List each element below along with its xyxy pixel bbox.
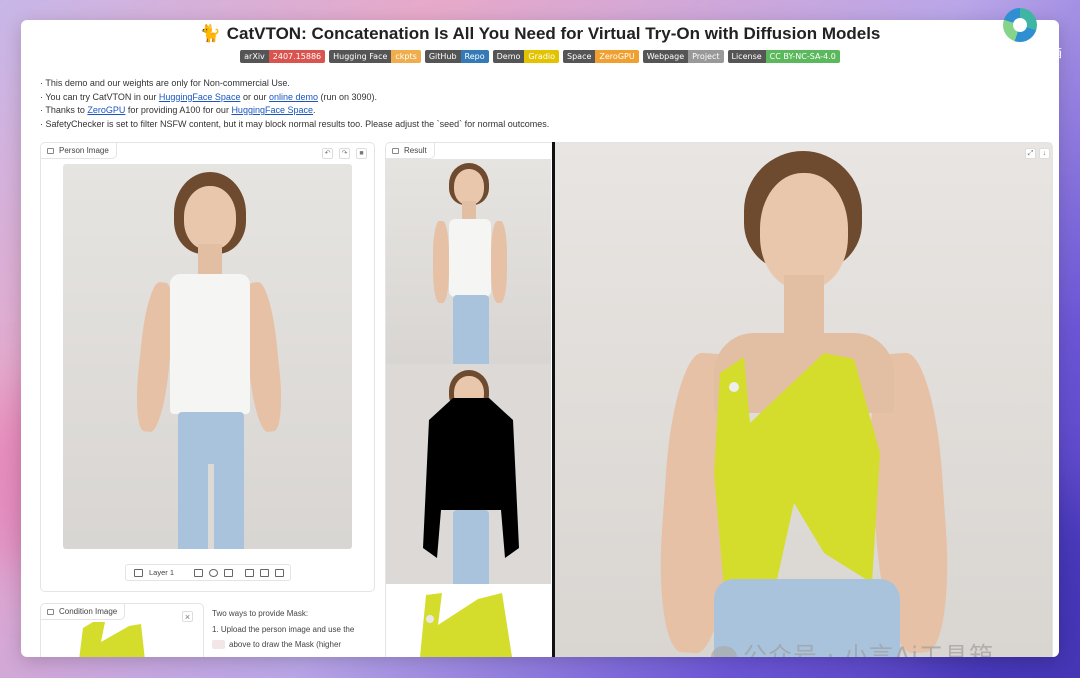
badge-key: Webpage [642, 50, 689, 63]
hint-text: above to draw the Mask (higher [229, 640, 342, 649]
notes: · This demo and our weights are only for… [40, 77, 549, 131]
badge-value: Repo [460, 50, 489, 63]
note-text: or our [240, 91, 269, 102]
zerogpu-link[interactable]: ZeroGPU [87, 105, 125, 115]
download-icon[interactable]: ↓ [1039, 148, 1050, 159]
hint-text: 1. Upload the person image and use the [212, 624, 355, 634]
image-icon [392, 147, 399, 154]
note-line: · This demo and our weights are only for… [40, 78, 290, 88]
layer-toolbar: Layer 1 [125, 564, 291, 581]
note-text: for providing A100 for our [125, 105, 232, 115]
badge-space[interactable]: Space ZeroGPU [563, 50, 639, 63]
undo-icon[interactable]: ↶ [322, 148, 333, 159]
trash-icon[interactable]: ■ [356, 148, 367, 159]
badge-key: arXiv [240, 50, 269, 63]
layers-icon[interactable] [134, 568, 143, 577]
huggingface-space-link[interactable]: HuggingFace Space [159, 92, 241, 102]
person-image-canvas[interactable] [63, 164, 352, 549]
garment-thumbnail [79, 622, 145, 657]
image-upload-icon[interactable] [194, 568, 204, 577]
panel-label-text: Person Image [59, 145, 109, 155]
badge-demo[interactable]: Demo Gradio [492, 50, 560, 63]
condition-image-label: Condition Image [41, 604, 126, 620]
hint-text: Two ways to provide Mask: [212, 609, 309, 618]
badge-value: ckpts [391, 50, 421, 63]
note-line: · You can try CatVTON in our HuggingFace… [40, 91, 549, 105]
watermark: 公众号 · 小言Ai工具箱 [711, 636, 994, 657]
page-title-text: CatVTON: Concatenation Is All You Need f… [226, 24, 881, 43]
result-person-image [386, 159, 551, 364]
huggingface-space-link[interactable]: HuggingFace Space [231, 105, 313, 115]
badge-value: CC BY-NC-SA-4.0 [765, 50, 840, 63]
result-label: Result [386, 143, 435, 159]
brand-logo [1003, 8, 1037, 42]
panel-label-text: Condition Image [59, 606, 118, 616]
badge-arxiv[interactable]: arXiv 2407.15886 [240, 50, 326, 63]
app-window: 🐈 CatVTON: Concatenation Is All You Need … [21, 20, 1059, 657]
cat-emoji-icon: 🐈 [199, 24, 221, 43]
wechat-icon [711, 646, 737, 657]
condition-image-panel: Condition Image × [40, 603, 204, 657]
person-figure [98, 164, 318, 549]
page-title: 🐈 CatVTON: Concatenation Is All You Need … [21, 22, 1059, 46]
brush-icon[interactable] [260, 568, 270, 577]
crop-icon[interactable] [245, 568, 255, 577]
result-mask-image [386, 364, 551, 584]
image-icon [47, 147, 54, 154]
redo-icon[interactable]: ↷ [339, 148, 350, 159]
note-text: . [313, 105, 316, 115]
person-image-label: Person Image [41, 143, 117, 159]
badge-row: arXiv 2407.15886 Hugging Face ckpts GitHub Re… [21, 50, 1059, 63]
eraser-icon[interactable] [275, 568, 285, 577]
badge-github[interactable]: GitHub Repo [424, 50, 489, 63]
online-demo-link[interactable]: online demo [269, 92, 318, 102]
image-icon [47, 608, 54, 615]
output-figure [624, 143, 984, 657]
note-text: (run on 3090). [318, 91, 378, 102]
note-text: · You can try CatVTON in our [40, 91, 159, 102]
watermark-text: 公众号 · 小言Ai工具箱 [743, 642, 994, 657]
close-icon[interactable]: × [182, 611, 193, 622]
corner-text: 箱 [1050, 46, 1063, 60]
badge-value: ZeroGPU [595, 50, 639, 63]
hint-text: above to draw the Mask (higher [212, 637, 354, 653]
badge-key: GitHub [424, 50, 461, 63]
badge-value: 2407.15886 [268, 50, 326, 63]
badge-hugging-face[interactable]: Hugging Face ckpts [329, 50, 421, 63]
fullscreen-icon[interactable]: ⤢ [1025, 148, 1036, 159]
badge-license[interactable]: License CC BY-NC-SA-4.0 [727, 50, 840, 63]
clipboard-icon[interactable] [224, 568, 234, 577]
badge-key: License [727, 50, 766, 63]
note-line: · Thanks to ZeroGPU for providing A100 f… [40, 104, 549, 118]
badge-webpage[interactable]: Webpage Project [642, 50, 724, 63]
result-garment-image [386, 585, 551, 657]
layer-select[interactable]: Layer 1 [149, 568, 174, 577]
panel-label-text: Result [404, 145, 427, 155]
result-output-image: ⤢ ↓ [555, 143, 1052, 657]
note-text: · Thanks to [40, 105, 88, 115]
badge-key: Space [563, 50, 596, 63]
person-image-panel: Person Image ↶ ↷ ■ Layer 1 [40, 142, 375, 592]
webcam-icon[interactable] [209, 568, 219, 577]
badge-value: Project [688, 50, 724, 63]
badge-value: Gradio [524, 50, 560, 63]
note-line: · SafetyChecker is set to filter NSFW co… [40, 118, 550, 129]
mask-hint: Two ways to provide Mask: 1. Upload the … [212, 606, 354, 653]
brush-icon [212, 640, 225, 650]
badge-key: Demo [492, 50, 525, 63]
badge-key: Hugging Face [329, 50, 392, 63]
